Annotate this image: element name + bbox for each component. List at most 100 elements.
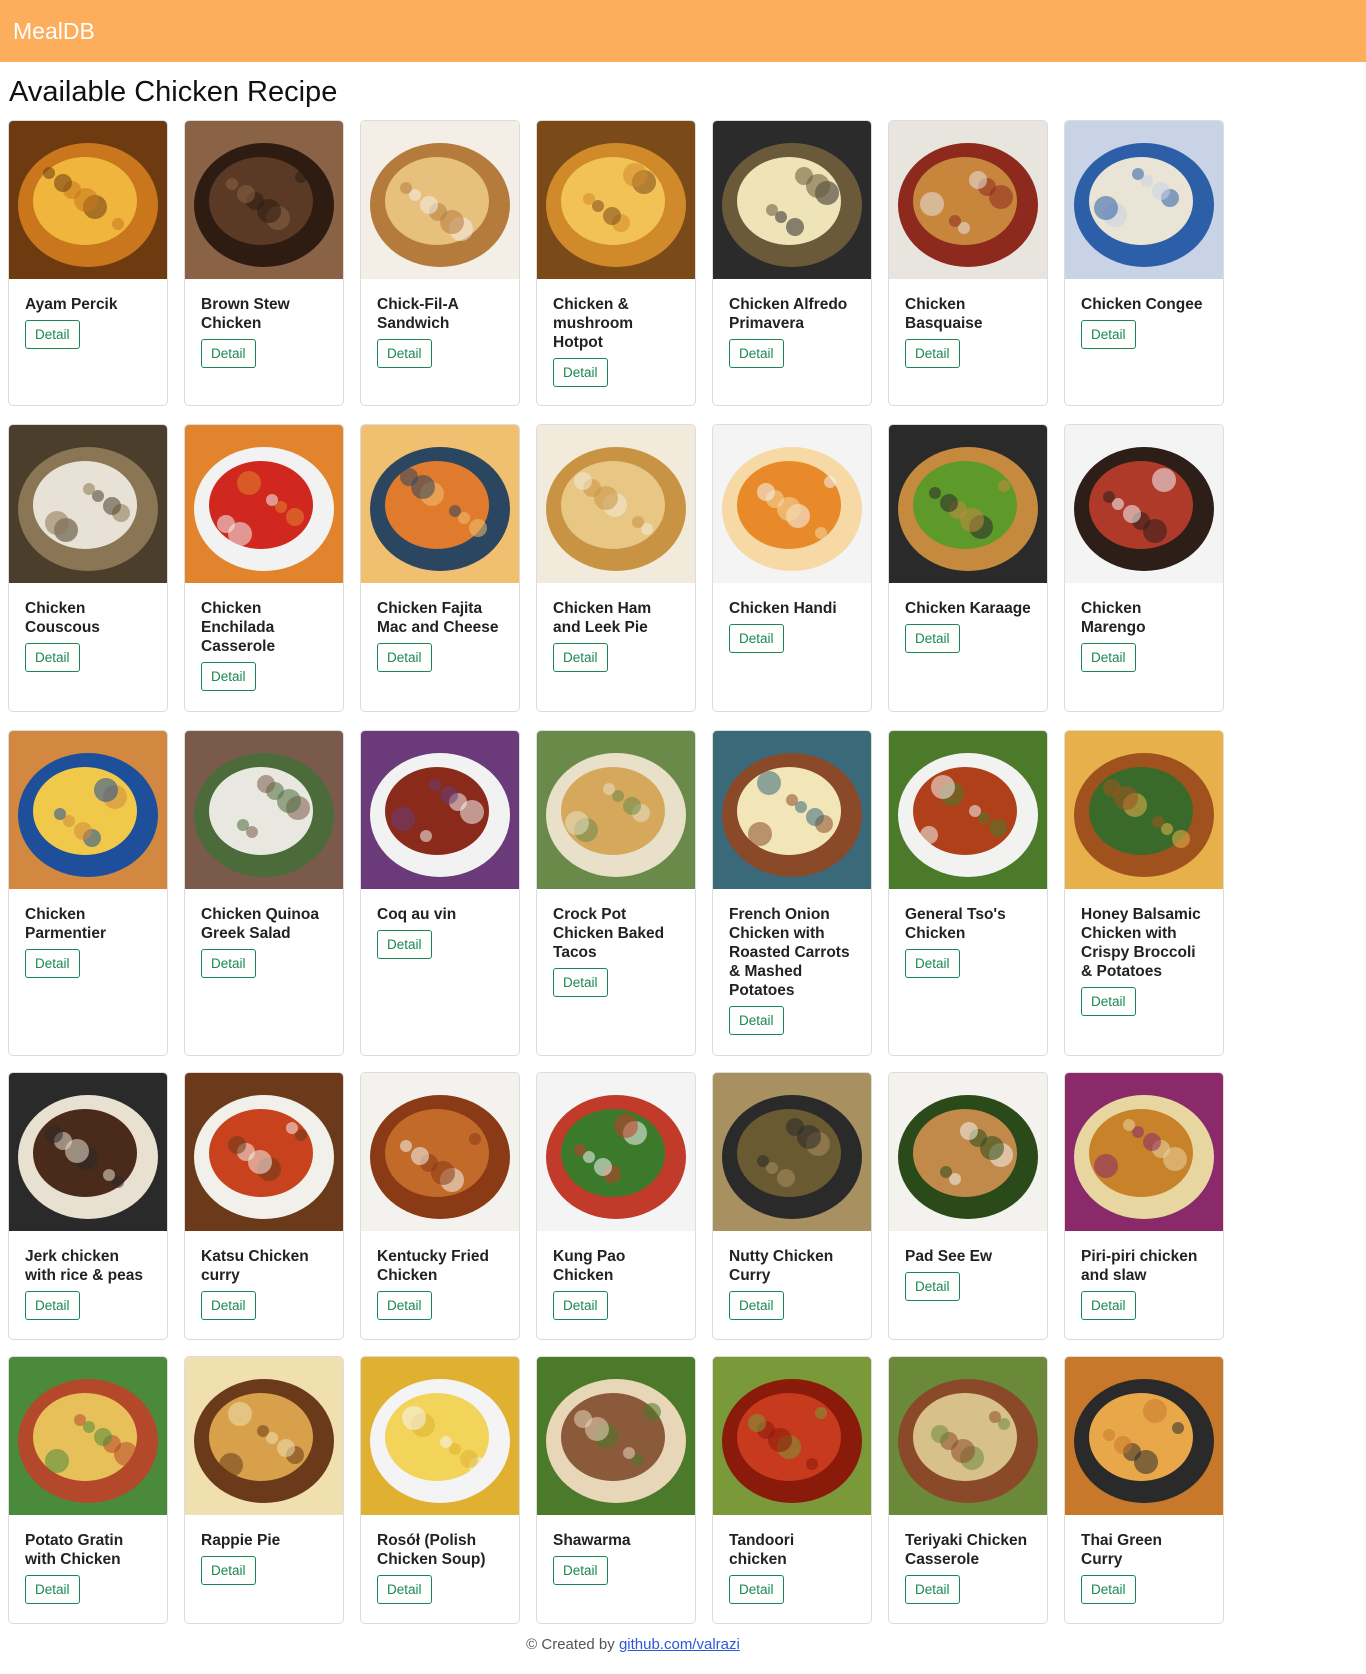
detail-button[interactable]: Detail (201, 1291, 256, 1320)
detail-button[interactable]: Detail (729, 624, 784, 653)
detail-button[interactable]: Detail (1081, 1291, 1136, 1320)
detail-button[interactable]: Detail (905, 624, 960, 653)
recipe-image (1065, 121, 1223, 279)
recipe-card: Ayam Percik Detail (8, 120, 168, 406)
detail-button[interactable]: Detail (1081, 1575, 1136, 1604)
recipe-title: Chick-Fil-A Sandwich (377, 296, 459, 332)
recipe-title: Chicken Parmentier (25, 906, 106, 942)
card-body: Kentucky Fried Chicken Detail (361, 1231, 519, 1330)
detail-button[interactable]: Detail (905, 339, 960, 368)
detail-button[interactable]: Detail (729, 1291, 784, 1320)
detail-button[interactable]: Detail (25, 1575, 80, 1604)
detail-button[interactable]: Detail (553, 1291, 608, 1320)
recipe-title: Kung Pao Chicken (553, 1248, 626, 1284)
recipe-card: Chicken Alfredo Primavera Detail (712, 120, 872, 406)
github-link[interactable]: github.com/valrazi (619, 1636, 740, 1653)
recipe-title: Piri-piri chicken and slaw (1081, 1248, 1198, 1284)
recipe-card: Thai Green Curry Detail (1064, 1356, 1224, 1624)
recipe-card: Chicken Parmentier Detail (8, 730, 168, 1056)
recipe-card: Brown Stew Chicken Detail (184, 120, 344, 406)
card-body: Chicken & mushroom Hotpot Detail (537, 279, 695, 397)
recipe-title: Rappie Pie (201, 1532, 281, 1549)
detail-button[interactable]: Detail (553, 968, 608, 997)
brand-link[interactable]: MealDB (13, 18, 95, 45)
card-body: Kung Pao Chicken Detail (537, 1231, 695, 1330)
recipe-image (9, 1357, 167, 1515)
recipe-card: Chicken Basquaise Detail (888, 120, 1048, 406)
recipe-card: Crock Pot Chicken Baked Tacos Detail (536, 730, 696, 1056)
recipe-title: Ayam Percik (25, 296, 118, 313)
recipe-card: Jerk chicken with rice & peas Detail (8, 1072, 168, 1340)
detail-button[interactable]: Detail (377, 930, 432, 959)
recipe-card: General Tso's Chicken Detail (888, 730, 1048, 1056)
detail-button[interactable]: Detail (377, 339, 432, 368)
card-body: Crock Pot Chicken Baked Tacos Detail (537, 889, 695, 1007)
recipe-image (1065, 425, 1223, 583)
recipe-title: Katsu Chicken curry (201, 1248, 309, 1284)
recipe-title: Shawarma (553, 1532, 631, 1549)
recipe-image (9, 121, 167, 279)
recipe-card: Nutty Chicken Curry Detail (712, 1072, 872, 1340)
detail-button[interactable]: Detail (377, 643, 432, 672)
recipe-card: Chicken Handi Detail (712, 424, 872, 712)
detail-button[interactable]: Detail (1081, 987, 1136, 1016)
recipe-title: Pad See Ew (905, 1248, 993, 1265)
detail-button[interactable]: Detail (377, 1291, 432, 1320)
recipe-title: Chicken Basquaise (905, 296, 983, 332)
recipe-image (185, 121, 343, 279)
detail-button[interactable]: Detail (377, 1575, 432, 1604)
footer-prefix: © Created by (526, 1636, 619, 1653)
recipe-card: Shawarma Detail (536, 1356, 696, 1624)
card-body: Chicken Alfredo Primavera Detail (713, 279, 871, 378)
recipe-image (713, 121, 871, 279)
detail-button[interactable]: Detail (729, 339, 784, 368)
recipe-title: Chicken Congee (1081, 296, 1203, 313)
recipe-title: Chicken Quinoa Greek Salad (201, 906, 319, 942)
recipe-image (1065, 1073, 1223, 1231)
detail-button[interactable]: Detail (25, 320, 80, 349)
recipe-image (537, 731, 695, 889)
card-body: Chicken Marengo Detail (1065, 583, 1223, 682)
detail-button[interactable]: Detail (553, 358, 608, 387)
detail-button[interactable]: Detail (905, 1575, 960, 1604)
recipe-image (537, 121, 695, 279)
card-body: Chicken Ham and Leek Pie Detail (537, 583, 695, 682)
detail-button[interactable]: Detail (201, 339, 256, 368)
card-body: Chicken Parmentier Detail (9, 889, 167, 988)
recipe-card: Chicken Fajita Mac and Cheese Detail (360, 424, 520, 712)
recipe-image (713, 1073, 871, 1231)
detail-button[interactable]: Detail (905, 949, 960, 978)
card-body: Chicken Fajita Mac and Cheese Detail (361, 583, 519, 682)
detail-button[interactable]: Detail (25, 949, 80, 978)
detail-button[interactable]: Detail (1081, 643, 1136, 672)
detail-button[interactable]: Detail (905, 1272, 960, 1301)
detail-button[interactable]: Detail (553, 1556, 608, 1585)
recipe-image (1065, 1357, 1223, 1515)
recipe-image (537, 425, 695, 583)
card-body: Chick-Fil-A Sandwich Detail (361, 279, 519, 378)
recipe-image (185, 425, 343, 583)
detail-button[interactable]: Detail (201, 949, 256, 978)
card-body: Brown Stew Chicken Detail (185, 279, 343, 378)
card-body: Chicken Enchilada Casserole Detail (185, 583, 343, 701)
recipe-image (889, 425, 1047, 583)
recipe-card: Coq au vin Detail (360, 730, 520, 1056)
card-body: Chicken Karaage Detail (889, 583, 1047, 663)
recipe-title: Coq au vin (377, 906, 457, 923)
detail-button[interactable]: Detail (553, 643, 608, 672)
recipe-image (361, 731, 519, 889)
recipe-card: Teriyaki Chicken Casserole Detail (888, 1356, 1048, 1624)
detail-button[interactable]: Detail (729, 1575, 784, 1604)
detail-button[interactable]: Detail (25, 1291, 80, 1320)
detail-button[interactable]: Detail (729, 1006, 784, 1035)
card-body: General Tso's Chicken Detail (889, 889, 1047, 988)
detail-button[interactable]: Detail (201, 662, 256, 691)
card-body: Chicken Quinoa Greek Salad Detail (185, 889, 343, 988)
card-body: Coq au vin Detail (361, 889, 519, 969)
detail-button[interactable]: Detail (201, 1556, 256, 1585)
recipe-title: Kentucky Fried Chicken (377, 1248, 489, 1284)
recipe-card: Chicken Congee Detail (1064, 120, 1224, 406)
card-body: French Onion Chicken with Roasted Carrot… (713, 889, 871, 1045)
detail-button[interactable]: Detail (25, 643, 80, 672)
detail-button[interactable]: Detail (1081, 320, 1136, 349)
